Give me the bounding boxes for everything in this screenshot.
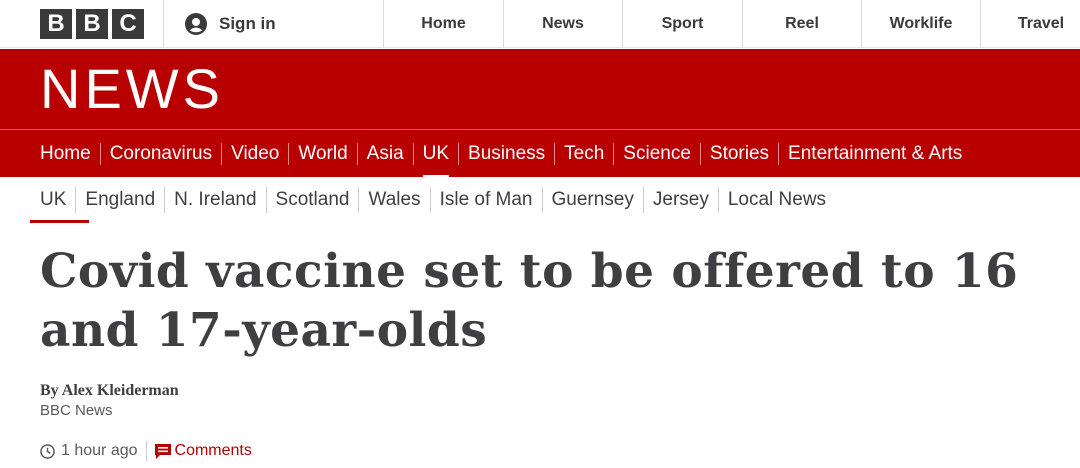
topnav-reel[interactable]: Reel: [743, 0, 861, 48]
bbc-top-bar: B B C Sign in Home News Sport Reel Workl…: [0, 0, 1080, 48]
subnav-uk[interactable]: UK: [29, 187, 90, 223]
section-uk[interactable]: UK: [412, 143, 458, 179]
divider: [145, 441, 147, 461]
section-business[interactable]: Business: [458, 143, 554, 165]
news-logo[interactable]: NEWS: [40, 59, 224, 119]
topnav-sport[interactable]: Sport: [623, 0, 742, 48]
article-headline: Covid vaccine set to be offered to 16 an…: [40, 244, 1019, 358]
topnav-news[interactable]: News: [504, 0, 622, 48]
bbc-logo-letter-3: C: [112, 9, 144, 39]
subnav-england[interactable]: England: [75, 187, 164, 213]
section-nav: Home Coronavirus Video World Asia UK Bus…: [0, 129, 1080, 179]
section-tech[interactable]: Tech: [554, 143, 613, 165]
topnav-worklife[interactable]: Worklife: [862, 0, 980, 48]
news-header: NEWS: [0, 49, 1080, 129]
subnav-n-ireland[interactable]: N. Ireland: [164, 187, 265, 213]
uk-subnav: UK England N. Ireland Scotland Wales Isl…: [0, 177, 1080, 225]
author-name: By Alex Kleiderman: [40, 382, 179, 399]
byline: By Alex Kleiderman BBC News: [40, 381, 179, 421]
sign-in-label: Sign in: [219, 14, 276, 33]
published-time: 1 hour ago: [61, 442, 138, 459]
bbc-logo[interactable]: B B C: [40, 9, 144, 39]
section-video[interactable]: Video: [221, 143, 288, 165]
section-coronavirus[interactable]: Coronavirus: [99, 143, 221, 165]
subnav-guernsey[interactable]: Guernsey: [541, 187, 643, 213]
section-home[interactable]: Home: [40, 143, 100, 165]
author-organisation: BBC News: [40, 402, 113, 419]
section-science[interactable]: Science: [613, 143, 700, 165]
subnav-isle-of-man[interactable]: Isle of Man: [429, 187, 542, 213]
section-entertainment-arts[interactable]: Entertainment & Arts: [778, 143, 971, 165]
subnav-wales[interactable]: Wales: [358, 187, 429, 213]
section-stories[interactable]: Stories: [699, 143, 778, 165]
bbc-logo-letter-1: B: [40, 9, 72, 39]
bbc-logo-letter-2: B: [76, 9, 108, 39]
speech-bubble-icon: [154, 443, 171, 459]
user-icon: [185, 13, 207, 35]
topnav-travel[interactable]: Travel: [981, 0, 1080, 48]
topnav-home[interactable]: Home: [384, 0, 503, 48]
subnav-jersey[interactable]: Jersey: [642, 187, 718, 213]
subnav-scotland[interactable]: Scotland: [265, 187, 359, 213]
section-asia[interactable]: Asia: [356, 143, 413, 165]
sign-in-link[interactable]: Sign in: [185, 0, 276, 48]
comments-link[interactable]: Comments: [175, 442, 252, 460]
divider: [163, 0, 164, 48]
subnav-local-news[interactable]: Local News: [717, 187, 835, 213]
clock-icon: [40, 443, 55, 459]
article-meta: 1 hour ago Comments: [40, 440, 252, 462]
section-world[interactable]: World: [288, 143, 356, 165]
